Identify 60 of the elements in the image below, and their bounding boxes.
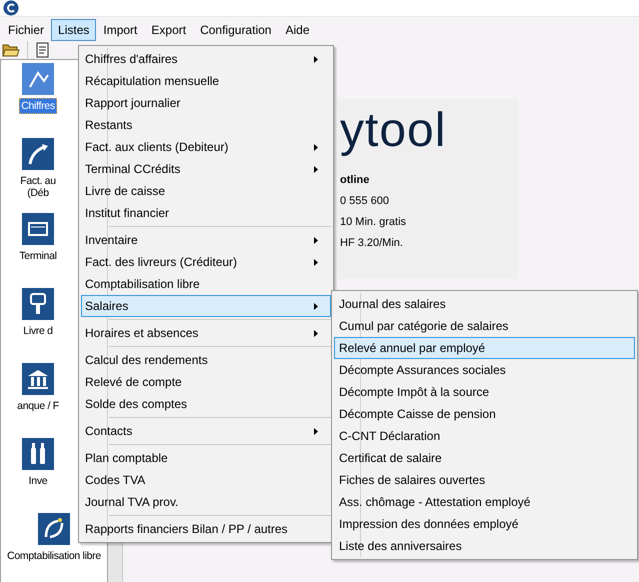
menu-item[interactable]: Inventaire xyxy=(81,229,331,251)
menu-item[interactable]: Relevé annuel par employé xyxy=(334,337,635,359)
menu-item[interactable]: Institut financier xyxy=(81,202,331,224)
menu-item[interactable]: Livre de caisse xyxy=(81,180,331,202)
module-icon[interactable] xyxy=(22,363,54,395)
module-icon[interactable] xyxy=(22,213,54,245)
module-label[interactable]: Fact. au (Déb xyxy=(18,173,58,201)
menu-item[interactable]: Contacts xyxy=(81,420,331,442)
menu-item[interactable]: Horaires et absences xyxy=(81,322,331,344)
module-label[interactable]: Terminal xyxy=(17,248,59,264)
menu-bar-item[interactable]: Configuration xyxy=(193,19,278,41)
menu-item[interactable]: Codes TVA xyxy=(81,469,331,491)
open-folder-icon[interactable] xyxy=(2,42,20,58)
menu-item[interactable]: Plan comptable xyxy=(81,447,331,469)
module-icon[interactable] xyxy=(22,438,54,470)
menu-item[interactable]: Terminal CCrédits xyxy=(81,158,331,180)
menu-item[interactable]: Solde des comptes xyxy=(81,393,331,415)
module-icon[interactable] xyxy=(38,513,70,545)
menu-bar-item[interactable]: Fichier xyxy=(1,19,52,41)
menu-item[interactable]: Liste des anniversaires xyxy=(334,535,635,557)
hotline-text: HF 3.20/Min. xyxy=(339,237,404,249)
menu-item[interactable]: Fiches de salaires ouvertes xyxy=(334,469,635,491)
menu-item[interactable]: Rapport journalier xyxy=(81,92,331,114)
menu-bar-item[interactable]: Export xyxy=(144,19,194,41)
menu-item[interactable]: Impression des données employé xyxy=(334,513,635,535)
logo-text: ytool xyxy=(339,103,448,158)
menu-item[interactable]: Récapitulation mensuelle xyxy=(81,70,331,92)
menu-item[interactable]: Décompte Caisse de pension xyxy=(334,403,635,425)
menu-item[interactable]: Décompte Assurances sociales xyxy=(334,359,635,381)
menu-item[interactable]: Salaires xyxy=(81,295,331,317)
menu-item[interactable]: Certificat de salaire xyxy=(334,447,635,469)
hotline-heading: otline xyxy=(339,174,370,186)
menu-item[interactable]: Calcul des rendements xyxy=(81,349,331,371)
menu-bar-item[interactable]: Aide xyxy=(278,19,316,41)
menu-item[interactable]: Relevé de compte xyxy=(81,371,331,393)
module-label[interactable]: Chiffres xyxy=(19,98,57,114)
module-icon[interactable] xyxy=(22,288,54,320)
hotline-text: 0 555 600 xyxy=(339,195,390,207)
menu-item[interactable]: Journal TVA prov. xyxy=(81,491,331,513)
module-label[interactable]: Livre d xyxy=(21,323,55,339)
menu-item[interactable]: Fact. des livreurs (Créditeur) xyxy=(81,251,331,273)
menu-item[interactable]: Chiffres d'affaires xyxy=(81,48,331,70)
hotline-text: 10 Min. gratis xyxy=(339,216,408,228)
module-label[interactable]: Comptabilisation libre xyxy=(5,548,103,564)
menu-item[interactable]: Comptabilisation libre xyxy=(81,273,331,295)
document-icon[interactable] xyxy=(35,42,51,58)
module-icon[interactable] xyxy=(22,138,54,170)
module-icon[interactable] xyxy=(22,63,54,95)
menu-item[interactable]: Fact. aux clients (Debiteur) xyxy=(81,136,331,158)
menu-item[interactable]: C-CNT Déclaration xyxy=(334,425,635,447)
module-label[interactable]: Inve xyxy=(26,473,50,489)
menu-item[interactable]: Cumul par catégorie de salaires xyxy=(334,315,635,337)
module-label[interactable]: anque / F xyxy=(15,398,61,414)
menu-item[interactable]: Décompte Impôt à la source xyxy=(334,381,635,403)
menu-item[interactable]: Ass. chômage - Attestation employé xyxy=(334,491,635,513)
menu-item[interactable]: Restants xyxy=(81,114,331,136)
menu-item[interactable]: Rapports financiers Bilan / PP / autres xyxy=(81,518,331,540)
menu-bar-item[interactable]: Import xyxy=(96,19,144,41)
menu-bar-item[interactable]: Listes xyxy=(51,19,96,41)
menu-item[interactable]: Journal des salaires xyxy=(334,293,635,315)
